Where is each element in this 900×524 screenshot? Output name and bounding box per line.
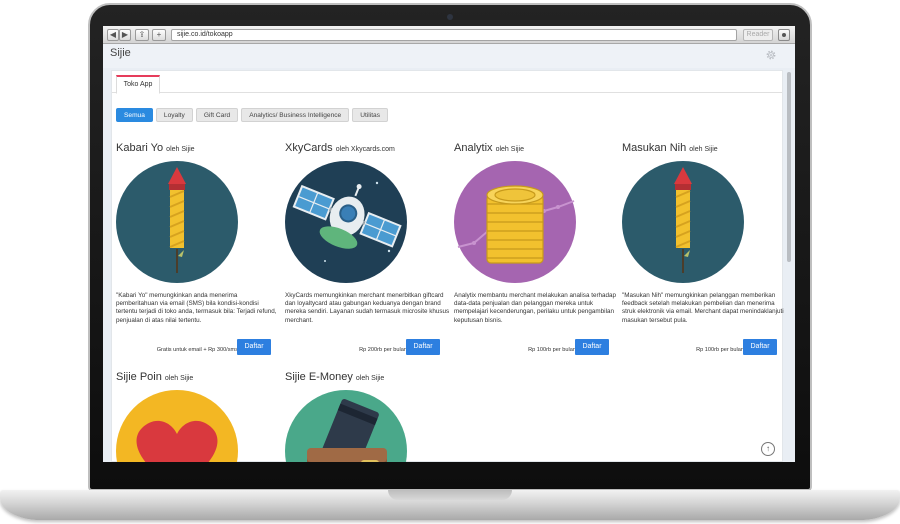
app-panel: Toko App Semua Loyalty Gift Card Analyti… xyxy=(111,70,784,462)
filter-semua[interactable]: Semua xyxy=(116,108,153,122)
daftar-button[interactable]: Daftar xyxy=(743,339,777,355)
app-publisher: oleh Sijie xyxy=(495,146,525,153)
tab-toko-app[interactable]: Toko App xyxy=(116,75,160,94)
gear-icon[interactable] xyxy=(765,49,777,61)
app-description: Analytix membantu merchant melakukan ana… xyxy=(454,292,617,324)
app-price: Rp 200rb per bulan xyxy=(359,347,407,353)
filter-utilitas[interactable]: Utilitas xyxy=(352,108,388,122)
laptop-base xyxy=(0,490,900,520)
share-button[interactable]: ⇪ xyxy=(135,29,149,41)
filter-gift-card[interactable]: Gift Card xyxy=(195,108,239,122)
daftar-button[interactable]: Daftar xyxy=(406,339,440,355)
card-title: Sijie Poin oleh Sijie xyxy=(116,371,193,383)
card-title: XkyCards oleh Xkycards.com xyxy=(285,142,395,154)
filter-loyalty[interactable]: Loyalty xyxy=(155,108,193,122)
satellite-icon xyxy=(285,161,407,283)
coin-stack-icon xyxy=(454,161,576,283)
reader-button[interactable]: Reader xyxy=(743,29,773,41)
filter-analytics[interactable]: Analytics/ Business Intelligence xyxy=(241,108,350,122)
heart-icon xyxy=(116,390,238,462)
firework-rocket-icon xyxy=(622,161,744,283)
app-header: Sijie xyxy=(103,44,795,68)
forward-button[interactable]: ▶ xyxy=(119,29,131,41)
camera-icon xyxy=(447,14,453,20)
app-price: Gratis untuk email + Rp 300/sms xyxy=(156,347,238,353)
app-price: Rp 100rb per bulan xyxy=(528,347,576,353)
stop-button[interactable] xyxy=(778,29,790,41)
app-name: XkyCards xyxy=(285,142,333,154)
app-name: Sijie E-Money xyxy=(285,371,353,383)
scroll-to-top-button[interactable]: ↑ xyxy=(761,442,775,456)
app-publisher: oleh Sijie xyxy=(166,146,195,153)
tab-bar: Toko App xyxy=(112,71,782,94)
app-publisher: oleh Xkycards.com xyxy=(335,146,395,153)
app-publisher: oleh Sijie xyxy=(355,375,385,382)
filter-bar: Semua Loyalty Gift Card Analytics/ Busin… xyxy=(116,108,388,122)
wallet-icon xyxy=(285,390,407,462)
app-name: Analytix xyxy=(454,142,493,154)
card-title: Analytix oleh Sijie xyxy=(454,142,524,154)
app-name: Kabari Yo xyxy=(116,142,164,154)
app-price: Rp 100rb per bulan xyxy=(696,347,744,353)
app-name: Sijie Poin xyxy=(116,371,162,383)
app-name: Masukan Nih xyxy=(622,142,687,154)
laptop-notch xyxy=(388,490,512,500)
screen: ◀ ▶ ⇪ + sijie.co.id/tokoapp Reader Sijie… xyxy=(103,26,795,462)
back-button[interactable]: ◀ xyxy=(107,29,119,41)
new-tab-button[interactable]: + xyxy=(152,29,166,41)
app-description: "Kabari Yo" memungkinkan anda menerima p… xyxy=(116,292,277,324)
firework-rocket-icon xyxy=(116,161,238,283)
app-description: XkyCards memungkinkan merchant menerbitk… xyxy=(285,292,450,324)
scrollbar-thumb[interactable] xyxy=(787,72,791,262)
app-publisher: oleh Sijie xyxy=(689,146,718,153)
card-title: Sijie E-Money oleh Sijie xyxy=(285,371,384,383)
card-title: Kabari Yo oleh Sijie xyxy=(116,142,195,154)
app-description: "Masukan Nih" memungkinkan pelanggan mem… xyxy=(622,292,784,324)
daftar-button[interactable]: Daftar xyxy=(575,339,609,355)
browser-toolbar: ◀ ▶ ⇪ + sijie.co.id/tokoapp Reader xyxy=(103,26,795,44)
app-brand[interactable]: Sijie xyxy=(110,47,131,59)
card-title: Masukan Nih oleh Sijie xyxy=(622,142,718,154)
url-field[interactable]: sijie.co.id/tokoapp xyxy=(171,29,737,41)
app-publisher: oleh Sijie xyxy=(164,375,194,382)
daftar-button[interactable]: Daftar xyxy=(237,339,271,355)
